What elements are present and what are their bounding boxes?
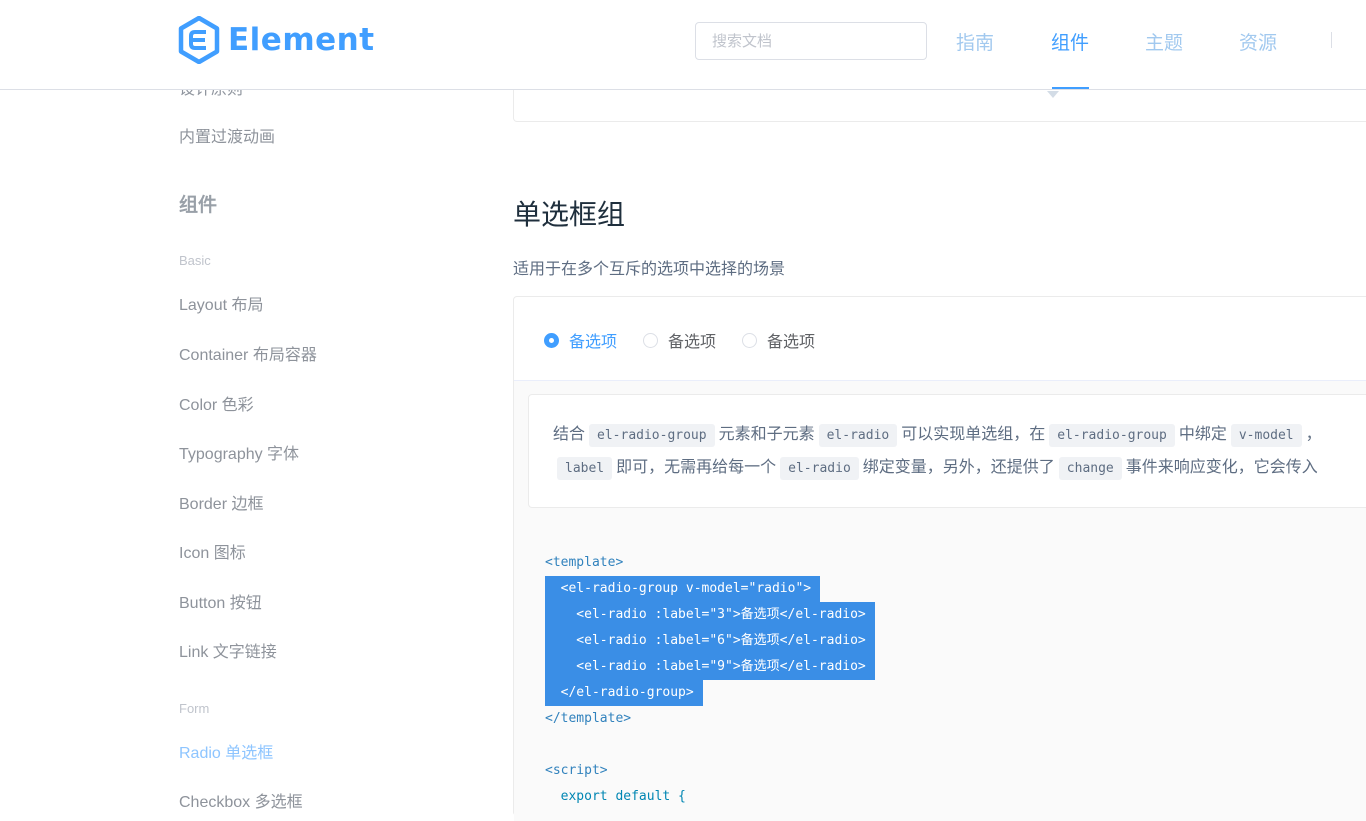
code-selected-text: <el-radio-group v-model="radio">	[545, 576, 821, 602]
inline-code: el-radio-group	[589, 424, 715, 447]
sidebar-item-container[interactable]: Container 布局容器	[179, 341, 317, 365]
code-line: <script>	[545, 763, 608, 778]
sidebar-item-transition[interactable]: 内置过渡动画	[179, 123, 275, 147]
code-line: </el-radio-group>	[545, 680, 875, 706]
desc-text: 即可，无需再给每一个	[616, 459, 777, 476]
radio-option-3[interactable]: 备选项	[742, 328, 815, 352]
nav-theme[interactable]: 主题	[1145, 28, 1183, 55]
description-line-1: 结合 el-radio-group 元素和子元素 el-radio 可以实现单选组，在 e…	[553, 419, 1366, 452]
sidebar-section-title: 组件	[179, 195, 218, 216]
radio-unchecked-icon	[643, 332, 659, 348]
nav-resources[interactable]: 资源	[1239, 28, 1277, 55]
desc-text: 中绑定	[1178, 426, 1227, 443]
code-line: <el-radio-group v-model="radio">	[545, 576, 875, 602]
code-line: <template>	[545, 555, 624, 570]
radio-label: 备选项	[668, 334, 717, 351]
code-line: export default {	[545, 789, 686, 804]
desc-text: 可以实现单选组，在	[901, 426, 1046, 443]
section-title: 单选框组	[513, 199, 626, 230]
sidebar: 设计原则 内置过渡动画 组件 Basic Layout 布局 Container…	[0, 89, 500, 811]
code-line: <el-radio :label="3">备选项</el-radio>	[545, 602, 875, 628]
inline-code: el-radio-group	[1049, 424, 1175, 447]
code-selected-text: <el-radio :label="3">备选项</el-radio>	[545, 602, 875, 628]
code-selected-text: <el-radio :label="9">备选项</el-radio>	[545, 654, 875, 680]
section-description: 适用于在多个互斥的选项中选择的场景	[513, 261, 786, 278]
sidebar-item-button[interactable]: Button 按钮	[179, 589, 262, 613]
radio-group: 备选项 备选项 备选项	[544, 328, 841, 352]
nav-components[interactable]: 组件	[1051, 28, 1089, 55]
inline-code: label	[557, 457, 613, 480]
element-logo-icon	[178, 16, 220, 64]
code-selected-text: </el-radio-group>	[545, 680, 703, 706]
desc-text: 事件来响应变化，它会传入	[1125, 459, 1318, 476]
code-line: <el-radio :label="6">备选项</el-radio>	[545, 628, 875, 654]
sidebar-item-radio[interactable]: Radio 单选框	[179, 739, 273, 763]
top-header: Element 指南 组件 主题 资源	[0, 0, 1366, 90]
previous-demo-block	[513, 89, 1366, 122]
radio-label: 备选项	[767, 334, 816, 351]
code-line: <el-radio :label="9">备选项</el-radio>	[545, 654, 875, 680]
sidebar-item-typography[interactable]: Typography 字体	[179, 440, 299, 464]
radio-label: 备选项	[569, 334, 618, 351]
caret-down-icon[interactable]	[1047, 91, 1059, 98]
sidebar-group-basic: Basic	[179, 253, 211, 268]
logo-text: Element	[228, 22, 375, 58]
sidebar-item-checkbox[interactable]: Checkbox 多选框	[179, 788, 303, 811]
radio-option-1[interactable]: 备选项	[544, 328, 617, 352]
code-line: </template>	[545, 711, 632, 726]
nav-guide[interactable]: 指南	[956, 28, 994, 55]
desc-text: 绑定变量，另外，还提供了	[862, 459, 1055, 476]
inline-code: v-model	[1230, 424, 1302, 447]
desc-text: 结合	[553, 426, 586, 443]
radio-option-2[interactable]: 备选项	[643, 328, 716, 352]
radio-unchecked-icon	[742, 332, 758, 348]
code-selected-text: <el-radio :label="6">备选项</el-radio>	[545, 628, 875, 654]
sidebar-item-partial[interactable]: 设计原则	[179, 89, 243, 99]
sidebar-group-form: Form	[179, 701, 210, 716]
logo[interactable]: Element	[178, 16, 375, 64]
sidebar-item-border[interactable]: Border 边框	[179, 490, 263, 514]
inline-code: el-radio	[818, 424, 898, 447]
desc-text: 元素和子元素	[718, 426, 815, 443]
demo-block: 备选项 备选项 备选项 结合 el-radio-group 元素和子元素 el-rad…	[513, 296, 1366, 821]
inline-code: change	[1058, 457, 1122, 480]
nav-active-indicator	[1052, 87, 1089, 89]
desc-text: ，	[1305, 426, 1322, 443]
sidebar-item-link[interactable]: Link 文字链接	[179, 638, 277, 662]
search-input[interactable]	[695, 22, 927, 60]
sidebar-item-layout[interactable]: Layout 布局	[179, 291, 264, 315]
code-block[interactable]: <template> <el-radio-group v-model="radi…	[545, 550, 875, 810]
sidebar-item-icon[interactable]: Icon 图标	[179, 539, 246, 563]
description-line-2: label 即可，无需再给每一个 el-radio 绑定变量，另外，还提供了 chang…	[553, 452, 1366, 485]
demo-description: 结合 el-radio-group 元素和子元素 el-radio 可以实现单选组，在 e…	[528, 394, 1366, 508]
radio-checked-icon	[544, 332, 559, 348]
demo-meta: 结合 el-radio-group 元素和子元素 el-radio 可以实现单选组，在 e…	[514, 380, 1366, 821]
nav-divider	[1331, 32, 1332, 48]
sidebar-item-color[interactable]: Color 色彩	[179, 391, 254, 415]
inline-code: el-radio	[780, 457, 859, 480]
